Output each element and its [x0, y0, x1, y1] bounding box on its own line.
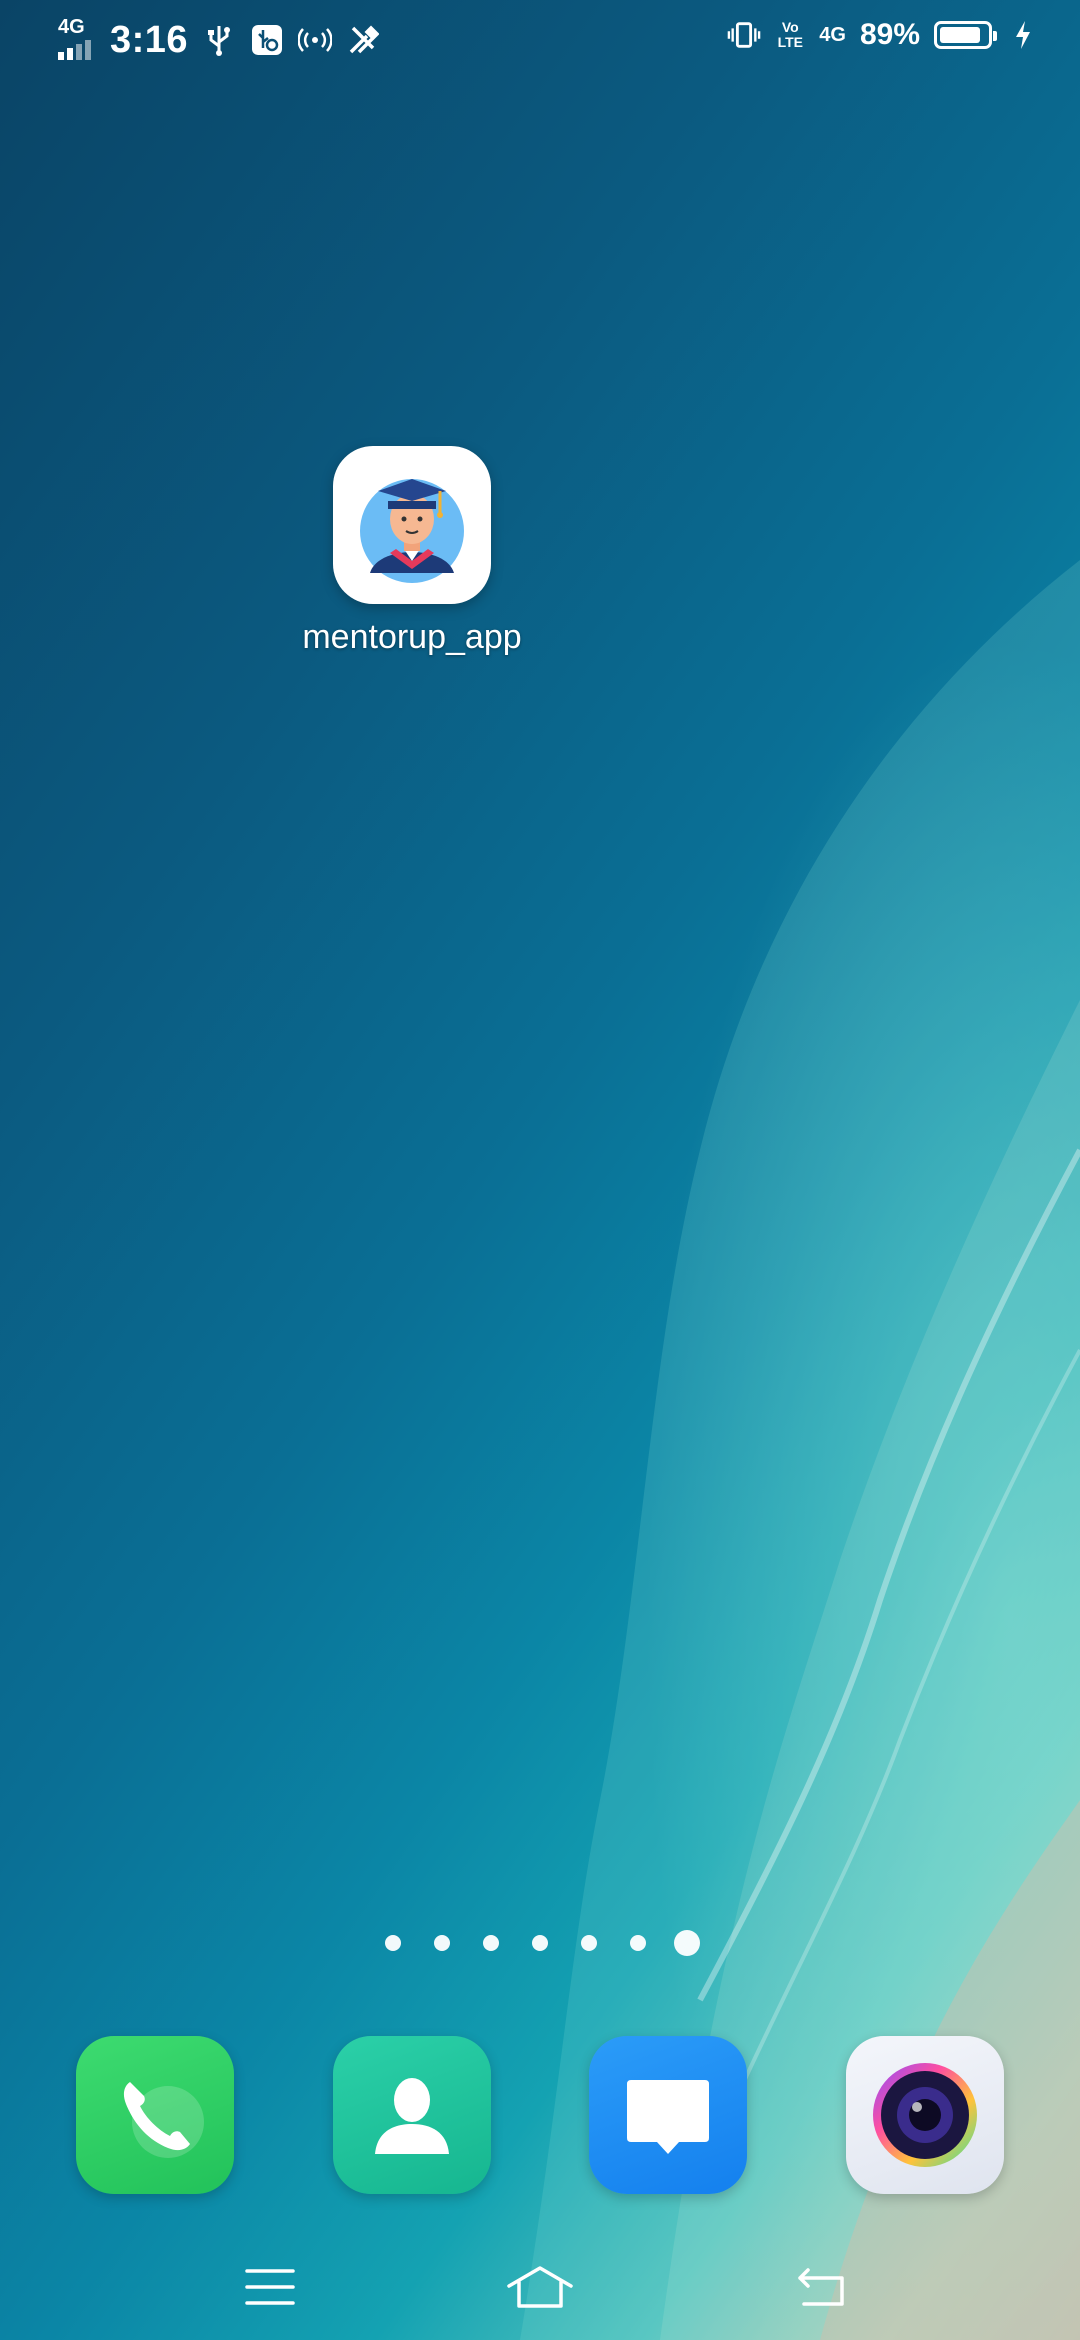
usb-icon — [202, 23, 236, 57]
battery-percentage: 89% — [859, 18, 920, 51]
page-indicator[interactable] — [385, 1930, 700, 1956]
page-dot[interactable] — [434, 1935, 450, 1951]
signal-icon: 4G — [56, 16, 96, 62]
page-dot[interactable] — [483, 1935, 499, 1951]
page-dot-active[interactable] — [674, 1930, 700, 1956]
menu-icon[interactable] — [230, 2252, 310, 2322]
camera-icon[interactable] — [846, 2036, 1004, 2194]
vibrate-icon — [727, 18, 761, 52]
usb-debug-icon — [250, 23, 284, 57]
app-label: mentorup_app — [302, 618, 522, 656]
wallpaper-waves — [520, 560, 1080, 2340]
page-dot[interactable] — [581, 1935, 597, 1951]
graduate-avatar-icon[interactable] — [333, 446, 491, 604]
dock — [76, 2036, 1004, 2196]
messages-icon[interactable] — [589, 2036, 747, 2194]
charging-icon — [1006, 18, 1040, 52]
navigation-bar — [0, 2240, 1080, 2340]
home-screen: 4G 3:16 Vo LTE 4G 89% mentorup_app — [0, 0, 1080, 2340]
app-shortcut-mentorup[interactable]: mentorup_app — [290, 446, 534, 657]
network-type-right: 4G — [819, 23, 846, 46]
page-dot[interactable] — [385, 1935, 401, 1951]
status-bar: 4G 3:16 Vo LTE 4G 89% — [0, 0, 1080, 86]
page-dot[interactable] — [630, 1935, 646, 1951]
hotspot-icon — [298, 23, 333, 57]
tools-icon — [346, 23, 380, 57]
clock: 3:16 — [110, 18, 189, 61]
page-dot[interactable] — [532, 1935, 548, 1951]
contacts-icon[interactable] — [333, 2036, 491, 2194]
network-type-left: 4G — [58, 16, 85, 38]
phone-icon[interactable] — [76, 2036, 234, 2194]
back-icon[interactable] — [782, 2252, 862, 2322]
battery-icon — [934, 21, 997, 49]
volte-icon: Vo LTE — [777, 19, 803, 50]
home-icon[interactable] — [500, 2252, 580, 2322]
